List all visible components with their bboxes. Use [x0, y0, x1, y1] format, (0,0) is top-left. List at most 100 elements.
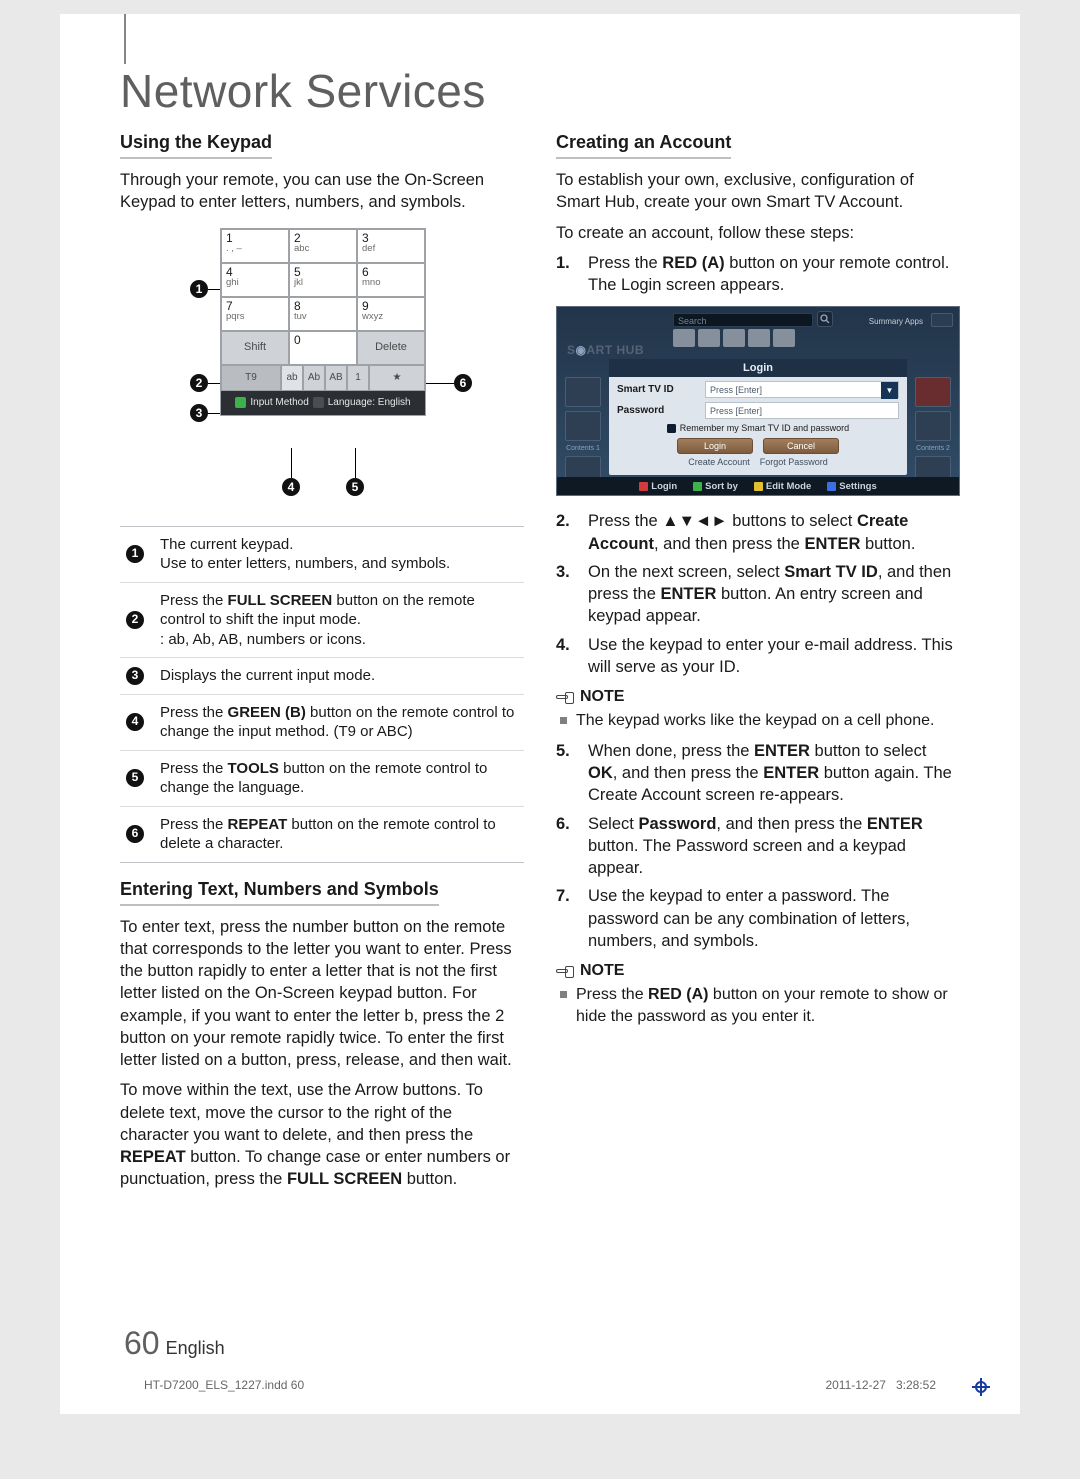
forgot-password-link: Forgot Password — [760, 457, 828, 467]
language-label: Language: English — [328, 397, 411, 408]
id-field: Press [Enter]▼ — [705, 381, 899, 398]
row-desc: Press the TOOLS button on the remote con… — [160, 759, 520, 798]
key-t9: T9 — [221, 365, 281, 391]
login-screenshot: Search Summary Apps S◉ART HUB — [556, 306, 960, 496]
app-card — [565, 411, 601, 441]
steps-list-2to4: 2. Press the ▲▼◄► buttons to select Crea… — [556, 510, 960, 678]
summary-apps-label: Summary Apps — [869, 317, 923, 326]
row-desc: Press the REPEAT button on the remote co… — [160, 815, 520, 854]
login-footerbar: Login Sort by Edit Mode Settings — [557, 477, 959, 495]
remember-checkbox: Remember my Smart TV ID and password — [609, 423, 907, 433]
blue-d-icon — [827, 482, 836, 491]
app-card — [915, 377, 951, 407]
key-delete: Delete — [357, 331, 425, 365]
note-list-2: Press the RED (A) button on your remote … — [556, 984, 960, 1027]
page-number: 60English — [124, 1325, 225, 1362]
table-row: 5 Press the TOOLS button on the remote c… — [120, 751, 524, 807]
arrow-icons: ▲▼◄► — [662, 512, 727, 530]
steps-list-5to7: 5. When done, press the ENTER button to … — [556, 740, 960, 952]
app-caption: Contents 1 — [565, 445, 601, 452]
callout-1: 1 — [190, 280, 208, 298]
callout-4-lead — [291, 448, 292, 478]
callout-3: 3 — [190, 404, 208, 422]
row-number: 4 — [124, 703, 146, 742]
callout-5-lead — [355, 448, 356, 478]
pw-label: Password — [617, 405, 699, 416]
login-button: Login — [677, 438, 753, 454]
row-number: 6 — [124, 815, 146, 854]
heading-entering-text: Entering Text, Numbers and Symbols — [120, 879, 439, 906]
note-heading-2: NOTE — [556, 962, 960, 980]
cancel-button: Cancel — [763, 438, 839, 454]
step-3: 3. On the next screen, select Smart TV I… — [556, 561, 960, 628]
keypad-row-4: Shift 0 Delete — [221, 331, 425, 365]
keypad-mode-row: T9 ab Ab AB 1 ★ — [221, 365, 425, 391]
callout-5: 5 — [346, 478, 364, 496]
table-row: 1 The current keypad. Use to enter lette… — [120, 527, 524, 583]
callout-4: 4 — [282, 478, 300, 496]
key-7: 7pqrs — [221, 297, 289, 331]
search-icon — [817, 311, 833, 327]
app-caption: Contents 2 — [915, 445, 951, 452]
app-icon — [673, 329, 695, 347]
mode-star: ★ — [369, 365, 425, 391]
note-item: The keypad works like the keypad on a ce… — [556, 710, 960, 732]
entering-text-para1: To enter text, press the number button o… — [120, 916, 524, 1072]
yellow-c-icon — [754, 482, 763, 491]
step-1: 1. Press the RED (A) button on your remo… — [556, 252, 960, 297]
right-column: Creating an Account To establish your ow… — [556, 132, 960, 1199]
key-8: 8tuv — [289, 297, 357, 331]
mode-AB: AB — [325, 365, 347, 391]
app-icon — [698, 329, 720, 347]
key-0: 0 — [289, 331, 357, 365]
id-label: Smart TV ID — [617, 384, 699, 395]
row-desc: Displays the current input mode. — [160, 666, 520, 686]
callout-6: 6 — [454, 374, 472, 392]
heading-using-keypad: Using the Keypad — [120, 132, 272, 159]
app-icon — [773, 329, 795, 347]
row-number: 1 — [124, 535, 146, 574]
note-hand-icon — [556, 690, 574, 704]
input-method-label: Input Method — [250, 397, 308, 408]
mode-Ab: Ab — [303, 365, 325, 391]
app-card — [565, 377, 601, 407]
note-item: Press the RED (A) button on your remote … — [556, 984, 960, 1027]
create-account-intro: To establish your own, exclusive, config… — [556, 169, 960, 214]
foot-b: Sort by — [693, 481, 738, 492]
login-row-id: Smart TV ID Press [Enter]▼ — [617, 381, 899, 398]
key-shift: Shift — [221, 331, 289, 365]
onscreen-keypad: 1. , – 2abc 3def 4ghi 5jkl 6mno 7pqrs 8t… — [220, 228, 426, 416]
green-b-icon — [693, 482, 702, 491]
foot-a: Login — [639, 481, 677, 492]
two-column-layout: Using the Keypad Through your remote, yo… — [120, 132, 960, 1199]
key-5: 5jkl — [289, 263, 357, 297]
page-sheet: Network Services Using the Keypad Throug… — [60, 14, 1020, 1414]
foot-d: Settings — [827, 481, 876, 492]
note-hand-icon — [556, 964, 574, 978]
row-number: 5 — [124, 759, 146, 798]
step-5: 5. When done, press the ENTER button to … — [556, 740, 960, 807]
create-account-link: Create Account — [688, 457, 750, 467]
table-row: 4 Press the GREEN (B) button on the remo… — [120, 695, 524, 751]
left-app-rail: Contents 1 — [565, 377, 601, 486]
row-number: 3 — [124, 666, 146, 686]
page-title: Network Services — [120, 64, 960, 118]
login-row-pw: Password Press [Enter] — [617, 402, 899, 419]
keypad-numeric-grid: 1. , – 2abc 3def 4ghi 5jkl 6mno 7pqrs 8t… — [221, 229, 425, 331]
app-icon — [723, 329, 745, 347]
table-row: 3 Displays the current input mode. — [120, 658, 524, 695]
row-desc: Press the GREEN (B) button on the remote… — [160, 703, 520, 742]
foot-c: Edit Mode — [754, 481, 811, 492]
step-4: 4. Use the keypad to enter your e-mail a… — [556, 634, 960, 679]
key-1: 1. , – — [221, 229, 289, 263]
right-app-rail: Contents 2 — [915, 377, 951, 486]
summary-chip — [931, 313, 953, 327]
callout-table: 1 The current keypad. Use to enter lette… — [120, 526, 524, 863]
create-account-intro2: To create an account, follow these steps… — [556, 222, 960, 244]
keypad-intro: Through your remote, you can use the On-… — [120, 169, 524, 214]
trim-mark — [124, 14, 126, 64]
login-buttons: Login Cancel — [609, 438, 907, 454]
row-number: 2 — [124, 591, 146, 650]
callout-6-lead — [426, 383, 454, 384]
search-field: Search — [673, 313, 813, 327]
